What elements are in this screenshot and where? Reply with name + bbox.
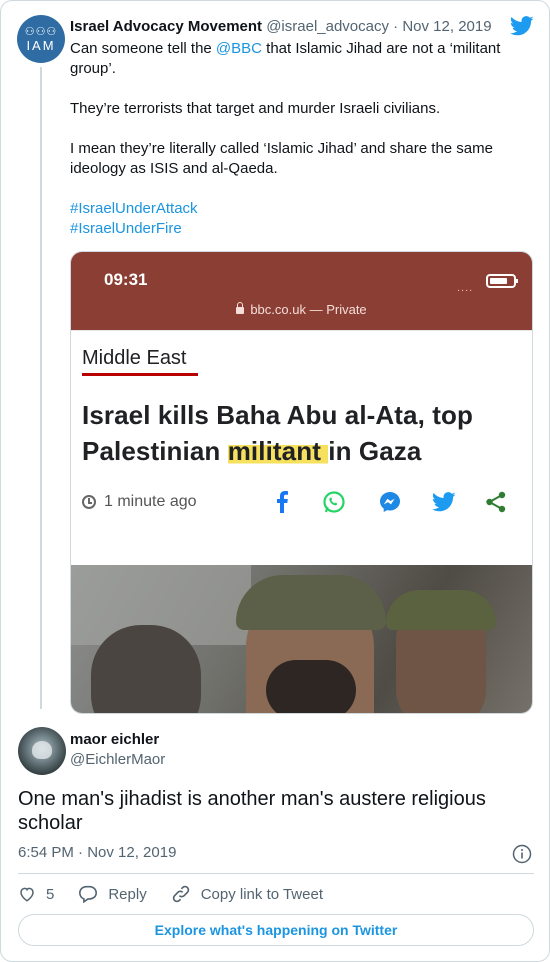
reply-button[interactable]: Reply [78, 885, 147, 903]
section-underline [82, 373, 198, 376]
embedded-tweet-card: ⚇⚇⚇ IAM Israel Advocacy Movement @israel… [0, 0, 550, 962]
tweet-actions-bar: 5 Reply Copy link to Tweet [18, 883, 347, 905]
twitter-share-icon [431, 489, 457, 515]
article-timestamp: 1 minute ago [82, 493, 197, 511]
reply-tweet-text: One man's jihadist is another man's aust… [18, 788, 486, 834]
author-name[interactable]: Israel Advocacy Movement [70, 18, 262, 35]
heart-icon [20, 887, 34, 902]
article-headline: Israel kills Baha Abu al-Ata, top Palest… [82, 400, 473, 466]
thread-connector-line [40, 67, 42, 709]
iam-logo-figures: ⚇⚇⚇ [24, 25, 58, 38]
tweet-paragraph-3: I mean they’re literally called ‘Islamic… [70, 140, 493, 177]
phone-status-bar: 09:31 .... bbc.co.uk — Private [71, 252, 532, 330]
photo-figure-left [91, 625, 201, 713]
article-section-label: Middle East [82, 347, 187, 369]
photo-beard [266, 660, 356, 713]
reply-label: Reply [108, 885, 147, 903]
like-button[interactable]: 5 [18, 885, 54, 903]
phone-time: 09:31 [104, 270, 148, 289]
bbc-article-preview: Middle East Israel kills Baha Abu al-Ata… [71, 330, 532, 560]
reply-timestamp-link[interactable]: 6:54 PM · Nov 12, 2019 [18, 844, 176, 861]
hashtag-israel-under-attack[interactable]: #IsraelUnderAttack [70, 199, 530, 219]
messenger-icon [377, 489, 403, 515]
tweet-media-screenshot[interactable]: 09:31 .... bbc.co.uk — Private Middle Ea… [70, 251, 533, 714]
copy-link-label: Copy link to Tweet [200, 885, 323, 903]
clock-icon [82, 495, 96, 509]
parent-tweet-header: Israel Advocacy Movement @israel_advocac… [70, 17, 492, 37]
photo-cap-center [236, 575, 386, 630]
facebook-icon [269, 489, 295, 515]
mention-bbc-link[interactable]: @BBC [216, 40, 262, 57]
lock-icon [236, 302, 245, 314]
tweet-date-link[interactable]: Nov 12, 2019 [402, 18, 491, 35]
like-count: 5 [46, 885, 55, 903]
signal-icon: .... [457, 282, 474, 294]
article-time-text: 1 minute ago [104, 493, 197, 510]
iam-logo-text: IAM [26, 37, 56, 53]
twitter-bird-icon[interactable] [510, 16, 534, 36]
tweet-paragraph-1: Can someone tell the @BBC that Islamic J… [70, 40, 501, 77]
info-icon[interactable] [512, 844, 532, 864]
reply-author-handle[interactable]: @EichlerMaor [70, 751, 165, 768]
avatar-maor-eichler[interactable] [18, 727, 66, 775]
hashtag-israel-under-fire[interactable]: #IsraelUnderFire [70, 219, 530, 239]
avatar-israel-advocacy[interactable]: ⚇⚇⚇ IAM [17, 15, 65, 63]
explore-twitter-button[interactable]: Explore what's happening on Twitter [18, 914, 534, 946]
reply-icon [79, 885, 98, 903]
link-icon [172, 885, 189, 903]
copy-link-button[interactable]: Copy link to Tweet [171, 884, 323, 904]
header-separator: · [393, 18, 399, 35]
highlighted-word: militant [227, 436, 329, 466]
browser-url: bbc.co.uk — Private [250, 302, 367, 317]
share-icon [483, 489, 509, 515]
parent-tweet-text: Can someone tell the @BBC that Islamic J… [70, 39, 530, 239]
battery-icon [486, 274, 518, 288]
tweet-paragraph-2: They’re terrorists that target and murde… [70, 100, 441, 117]
actions-divider [18, 873, 534, 874]
photo-cap-right [386, 590, 496, 630]
article-photo [71, 565, 532, 713]
browser-url-bar: bbc.co.uk — Private [71, 302, 532, 317]
whatsapp-icon [321, 489, 347, 515]
author-handle[interactable]: @israel_advocacy [266, 18, 389, 35]
reply-author-name[interactable]: maor eichler [70, 731, 159, 748]
